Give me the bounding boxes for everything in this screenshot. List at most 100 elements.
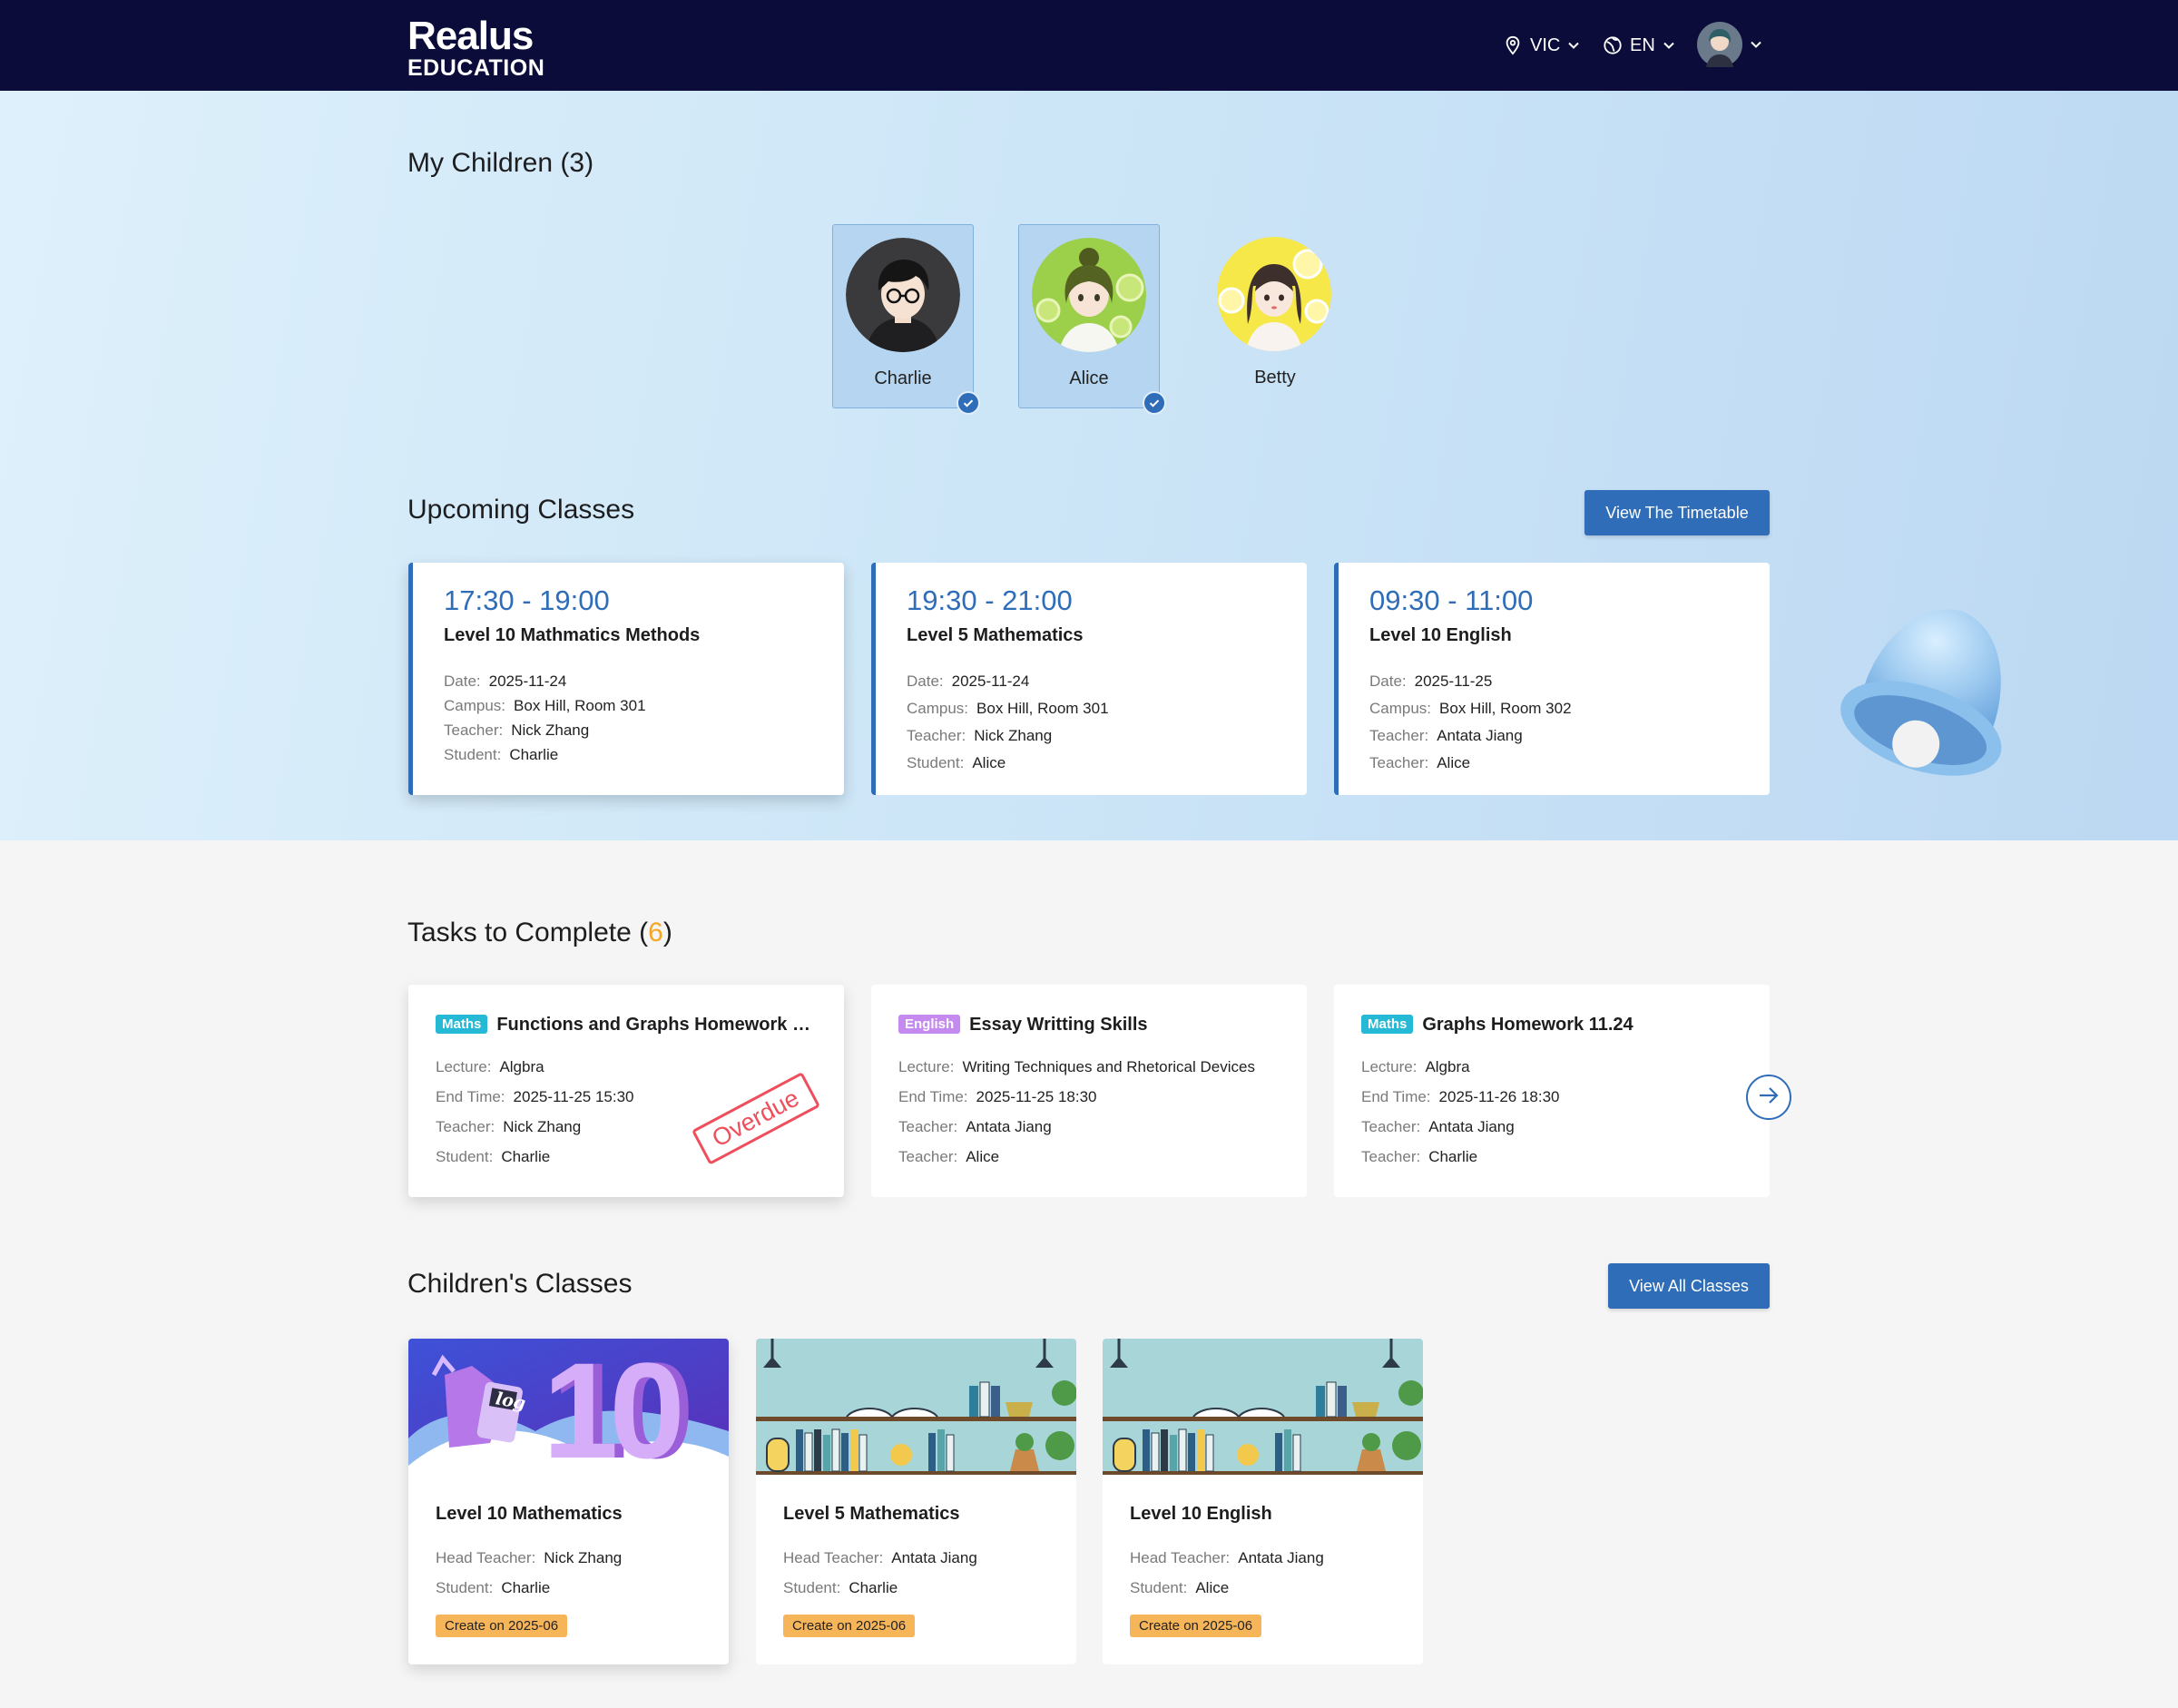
task-lecture-row: Lecture: Algbra xyxy=(436,1058,544,1076)
task-end-time-row: End Time: 2025-11-26 18:30 xyxy=(1361,1088,1560,1106)
child-card-alice[interactable]: Alice xyxy=(1018,224,1166,415)
course-banner-bookshelf xyxy=(1103,1339,1423,1475)
field-value: Antata Jiang xyxy=(1428,1118,1515,1135)
class-card[interactable]: 09:30 - 11:00 Level 10 English Date: 2025… xyxy=(1334,563,1770,795)
overdue-stamp: Overdue xyxy=(692,1072,821,1165)
top-navigation-bar: Realus EDUCATION VIC EN xyxy=(0,0,2178,91)
task-title: Essay Writting Skills xyxy=(969,1015,1148,1035)
task-title-row: Maths Functions and Graphs Homework 11.24 xyxy=(436,1015,817,1036)
created-date-badge: Create on 2025-06 xyxy=(436,1615,568,1637)
region-label: VIC xyxy=(1530,34,1561,55)
class-campus-row: Campus: Box Hill, Room 302 xyxy=(1369,700,1572,718)
course-title: Level 10 Mathematics xyxy=(436,1504,623,1524)
child-card-betty[interactable]: Betty xyxy=(1204,224,1346,408)
field-label: Teacher: xyxy=(1361,1148,1421,1165)
field-value: 2025-11-26 18:30 xyxy=(1438,1088,1560,1105)
tasks-count-open: ( xyxy=(639,918,649,947)
field-label: End Time: xyxy=(898,1088,968,1105)
course-card[interactable]: Level 5 Mathematics Head Teacher: Antata … xyxy=(756,1339,1076,1664)
course-student-row: Student: Alice xyxy=(1130,1579,1229,1597)
field-label: Head Teacher: xyxy=(1130,1549,1231,1566)
field-value: Alice xyxy=(1195,1579,1230,1596)
task-student-row: Student: Charlie xyxy=(436,1148,550,1166)
user-avatar xyxy=(1697,22,1742,67)
globe-icon xyxy=(1603,35,1623,55)
task-end-time-row: End Time: 2025-11-25 18:30 xyxy=(898,1088,1097,1106)
field-label: Campus: xyxy=(907,700,969,717)
logo-subtitle: EDUCATION xyxy=(407,55,545,81)
task-teacher-row: Teacher: Nick Zhang xyxy=(436,1118,581,1136)
created-date-badge: Create on 2025-06 xyxy=(783,1615,916,1637)
language-selector[interactable]: EN xyxy=(1603,29,1675,62)
checkmark-icon xyxy=(957,391,980,415)
task-title: Functions and Graphs Homework 11.24 xyxy=(496,1015,817,1035)
field-value: Charlie xyxy=(501,1579,551,1596)
field-label: Student: xyxy=(1130,1579,1188,1596)
field-label: Campus: xyxy=(444,697,506,714)
field-value: Antata Jiang xyxy=(966,1118,1052,1135)
field-value: Charlie xyxy=(509,746,559,763)
field-value: Charlie xyxy=(1428,1148,1478,1165)
field-label: Teacher: xyxy=(1369,727,1429,744)
task-card[interactable]: Maths Graphs Homework 11.24 Lecture: Algbr… xyxy=(1334,985,1770,1197)
field-label: Teacher: xyxy=(436,1118,495,1135)
task-lecture-row: Lecture: Writing Techniques and Rhetorica… xyxy=(898,1058,1255,1076)
class-campus-row: Campus: Box Hill, Room 301 xyxy=(444,697,646,715)
class-time: 09:30 - 11:00 xyxy=(1369,584,1534,616)
field-value: Box Hill, Room 301 xyxy=(976,700,1109,717)
next-tasks-button[interactable] xyxy=(1746,1075,1791,1120)
field-value: Antata Jiang xyxy=(1437,727,1523,744)
field-value: Algbra xyxy=(1425,1058,1470,1075)
field-value: Nick Zhang xyxy=(544,1549,623,1566)
course-banner-maths: log 10 xyxy=(408,1339,729,1487)
class-time: 17:30 - 19:00 xyxy=(444,584,610,616)
field-label: Lecture: xyxy=(1361,1058,1418,1075)
my-children-heading: My Children (3) xyxy=(407,148,594,179)
language-label: EN xyxy=(1630,34,1655,55)
user-menu[interactable] xyxy=(1697,22,1762,67)
class-student-row: Student: Alice xyxy=(907,754,1006,772)
field-value: Charlie xyxy=(501,1148,551,1165)
class-title: Level 10 Mathmatics Methods xyxy=(444,625,701,645)
realus-logo[interactable]: Realus EDUCATION xyxy=(407,16,544,80)
task-teacher-row: Teacher: Antata Jiang xyxy=(1361,1118,1515,1136)
field-label: Student: xyxy=(436,1579,494,1596)
view-all-classes-button[interactable]: View All Classes xyxy=(1608,1263,1770,1309)
field-value: Writing Techniques and Rhetorical Device… xyxy=(962,1058,1255,1075)
children-count: (3) xyxy=(560,148,594,178)
field-value: 2025-11-24 xyxy=(951,672,1030,690)
class-campus-row: Campus: Box Hill, Room 301 xyxy=(907,700,1109,718)
class-student-row: Student: Charlie xyxy=(444,746,558,764)
child-card-charlie[interactable]: Charlie xyxy=(832,224,980,415)
class-card[interactable]: 17:30 - 19:00 Level 10 Mathmatics Method… xyxy=(408,563,844,795)
task-card[interactable]: Maths Functions and Graphs Homework 11.24… xyxy=(408,985,844,1197)
field-label: Teacher: xyxy=(1369,754,1429,771)
task-title-row: English Essay Writting Skills xyxy=(898,1015,1280,1036)
course-card[interactable]: Level 10 English Head Teacher: Antata Jia… xyxy=(1103,1339,1423,1664)
child-name: Charlie xyxy=(874,368,932,388)
chevron-down-icon xyxy=(1567,39,1580,52)
view-timetable-button[interactable]: View The Timetable xyxy=(1584,490,1770,535)
class-teacher-row: Teacher: Nick Zhang xyxy=(907,727,1052,745)
class-date-row: Date: 2025-11-24 xyxy=(907,672,1029,691)
class-teacher-row: Teacher: Nick Zhang xyxy=(444,721,589,740)
course-card[interactable]: log 10 Level 10 Mathematics Head Teacher… xyxy=(408,1339,729,1664)
banner-number-text: 10 xyxy=(543,1339,685,1487)
field-value: Nick Zhang xyxy=(503,1118,582,1135)
course-title: Level 5 Mathematics xyxy=(783,1504,960,1524)
field-value: 2025-11-25 xyxy=(1414,672,1493,690)
subject-tag: English xyxy=(898,1015,961,1034)
location-pin-icon xyxy=(1503,35,1523,55)
region-selector[interactable]: VIC xyxy=(1503,29,1580,62)
tasks-count-close: ) xyxy=(662,918,672,947)
field-value: Antata Jiang xyxy=(891,1549,977,1566)
task-teacher-row: Teacher: Antata Jiang xyxy=(898,1118,1052,1136)
class-teacher-row: Teacher: Antata Jiang xyxy=(1369,727,1523,745)
class-card[interactable]: 19:30 - 21:00 Level 5 Mathematics Date: 2… xyxy=(871,563,1307,795)
tasks-heading: Tasks to Complete (6) xyxy=(407,918,672,948)
field-label: End Time: xyxy=(436,1088,505,1105)
task-end-time-row: End Time: 2025-11-25 15:30 xyxy=(436,1088,634,1106)
course-banner-bookshelf xyxy=(756,1339,1076,1475)
task-card[interactable]: English Essay Writting Skills Lecture: Wri… xyxy=(871,985,1307,1197)
field-label: Lecture: xyxy=(436,1058,492,1075)
